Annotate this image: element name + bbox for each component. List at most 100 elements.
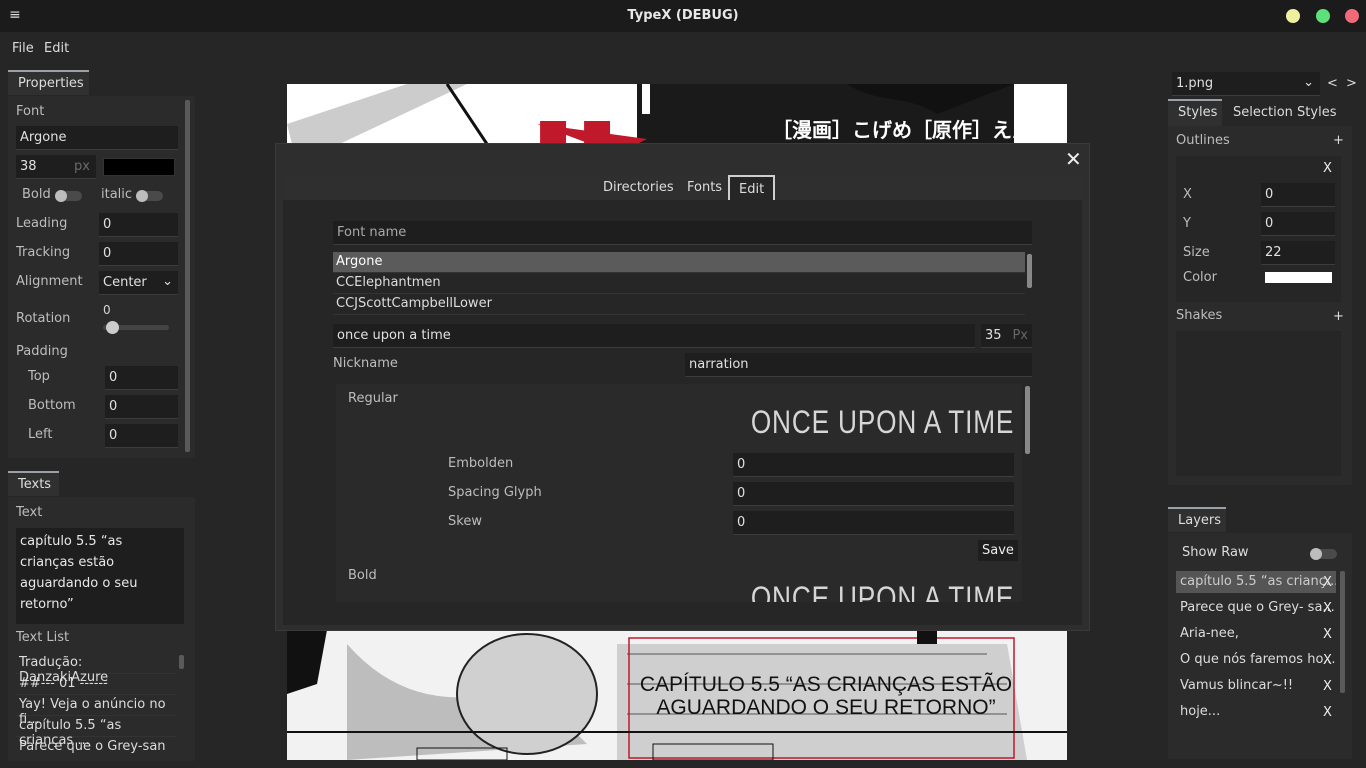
preview-size-unit: Px [1012, 328, 1028, 343]
padding-top-label: Top [28, 369, 50, 384]
window-title: TypeX (DEBUG) [627, 8, 739, 23]
maximize-button[interactable] [1316, 9, 1330, 23]
padding-bottom-label: Bottom [28, 398, 76, 413]
rotation-label: Rotation [16, 311, 71, 326]
remove-layer-button[interactable]: X [1323, 679, 1332, 694]
shakes-label: Shakes [1176, 308, 1223, 323]
remove-layer-button[interactable]: X [1323, 705, 1332, 720]
save-button[interactable]: Save [978, 540, 1018, 561]
dialog-close-button[interactable]: ✕ [1065, 147, 1082, 171]
font-size-field[interactable]: 38 px [16, 155, 96, 179]
text-list-item[interactable]: ##--- 01 ------ [16, 674, 176, 695]
file-select[interactable]: 1.png ⌄ [1172, 72, 1320, 96]
skew-label: Skew [448, 514, 482, 529]
prev-file-button[interactable]: < [1327, 76, 1338, 91]
embolden-input[interactable]: 0 [733, 453, 1014, 477]
remove-layer-button[interactable]: X [1323, 653, 1332, 668]
show-raw-label: Show Raw [1182, 545, 1249, 560]
leading-field[interactable]: 0 [99, 213, 178, 237]
layers-list: capítulo 5.5 “as crianç... Parece que o … [1176, 571, 1336, 723]
hamburger-menu-icon[interactable]: ≡ [9, 8, 21, 22]
font-field[interactable]: Argone [16, 126, 178, 150]
font-size-unit: px [74, 159, 90, 174]
italic-toggle[interactable] [136, 190, 163, 202]
remove-layer-button[interactable]: X [1323, 627, 1332, 642]
remove-layer-button[interactable]: X [1323, 575, 1332, 590]
canvas-caption-line1: CAPÍTULO 5.5 “AS CRIANÇAS ESTÃO [640, 672, 1012, 696]
layer-item[interactable]: hoje... [1176, 701, 1336, 723]
layer-item-label: Vamus blincar~!! [1180, 678, 1294, 693]
padding-top-field[interactable]: 0 [105, 366, 178, 390]
outline-size-input[interactable]: 22 [1261, 241, 1335, 265]
add-outline-button[interactable]: + [1333, 133, 1344, 148]
file-select-value: 1.png [1176, 76, 1214, 91]
tab-layers[interactable]: Layers [1168, 507, 1226, 532]
tab-directories[interactable]: Directories [594, 175, 683, 200]
tracking-label: Tracking [16, 245, 71, 260]
next-file-button[interactable]: > [1346, 76, 1357, 91]
preview-size-input[interactable]: 35 Px [981, 324, 1032, 348]
outline-y-label: Y [1183, 216, 1191, 231]
padding-bottom-field[interactable]: 0 [105, 395, 178, 419]
text-list-scrollbar[interactable] [179, 655, 184, 669]
style-variants-scrollbar[interactable] [1025, 386, 1030, 454]
tab-selection-styles[interactable]: Selection Styles [1223, 101, 1358, 126]
shakes-list [1176, 331, 1341, 476]
padding-left-field[interactable]: 0 [105, 424, 178, 448]
font-name-search-input[interactable]: Font name [333, 221, 1032, 245]
font-list-scrollbar[interactable] [1027, 254, 1032, 288]
layer-item[interactable]: Aria-nee, [1176, 623, 1336, 645]
tab-fonts[interactable]: Fonts [678, 175, 732, 200]
show-raw-toggle[interactable] [1310, 548, 1337, 560]
layer-item[interactable]: Vamus blincar~!! [1176, 675, 1336, 697]
outline-color-label: Color [1183, 270, 1217, 285]
tab-edit[interactable]: Edit [728, 175, 776, 200]
outline-x-label: X [1183, 187, 1192, 202]
tab-styles[interactable]: Styles [1168, 99, 1222, 126]
layer-item-label: O que nós faremos ho... [1180, 652, 1336, 667]
tracking-field[interactable]: 0 [99, 242, 178, 266]
layer-item[interactable]: O que nós faremos ho... [1176, 649, 1336, 671]
remove-outline-button[interactable]: X [1323, 161, 1332, 176]
text-list-item[interactable]: Parece que o Grey-san d... [16, 737, 176, 753]
layers-scrollbar[interactable] [1340, 571, 1345, 693]
chevron-down-icon: ⌄ [162, 274, 173, 289]
font-list-item[interactable]: CCJScottCampbellLower [333, 294, 1025, 315]
layer-item-label: hoje... [1180, 704, 1221, 719]
add-shake-button[interactable]: + [1333, 309, 1344, 324]
spacing-glyph-input[interactable]: 0 [733, 482, 1014, 506]
nickname-label: Nickname [333, 356, 398, 371]
remove-layer-button[interactable]: X [1323, 601, 1332, 616]
alignment-label: Alignment [16, 274, 83, 289]
minimize-button[interactable] [1286, 9, 1300, 23]
outline-color-swatch[interactable] [1265, 272, 1332, 283]
layer-item[interactable]: Parece que o Grey- sa... [1176, 597, 1336, 619]
text-editor[interactable]: capítulo 5.5 “as crianças estão aguardan… [16, 528, 184, 624]
layer-item-label: Parece que o Grey- sa... [1180, 600, 1335, 615]
text-list-label: Text List [16, 630, 70, 645]
font-color-swatch[interactable] [103, 158, 175, 176]
text-list-item[interactable]: capítulo 5.5 “as crianças ... [16, 716, 176, 748]
font-list-item[interactable]: Argone [333, 252, 1025, 273]
rotation-value: 0 [103, 303, 111, 317]
text-list-item[interactable]: Tradução: DanzakiAzure [16, 653, 176, 685]
properties-scrollbar[interactable] [185, 100, 190, 452]
layer-item-label: capítulo 5.5 “as crianç... [1180, 574, 1336, 589]
preview-text-input[interactable]: once upon a time [333, 324, 975, 348]
text-list-item[interactable]: Yay! Veja o anúncio no fi... [16, 695, 176, 727]
alignment-select[interactable]: Center ⌄ [99, 271, 178, 295]
font-list-item[interactable]: CCElephantmen [333, 273, 1025, 294]
bold-toggle[interactable] [55, 190, 82, 202]
menu-edit[interactable]: Edit [44, 41, 69, 56]
menu-file[interactable]: File [12, 41, 34, 56]
tab-properties[interactable]: Properties [8, 70, 89, 95]
outline-y-input[interactable]: 0 [1261, 212, 1335, 236]
outline-x-input[interactable]: 0 [1261, 183, 1335, 207]
tab-texts[interactable]: Texts [8, 471, 59, 496]
close-window-button[interactable] [1345, 9, 1359, 23]
layer-item[interactable]: capítulo 5.5 “as crianç... [1176, 571, 1336, 593]
nickname-input[interactable]: narration [685, 353, 1032, 377]
rotation-slider-handle[interactable] [106, 321, 119, 334]
skew-input[interactable]: 0 [733, 511, 1014, 535]
spacing-glyph-label: Spacing Glyph [448, 485, 542, 500]
